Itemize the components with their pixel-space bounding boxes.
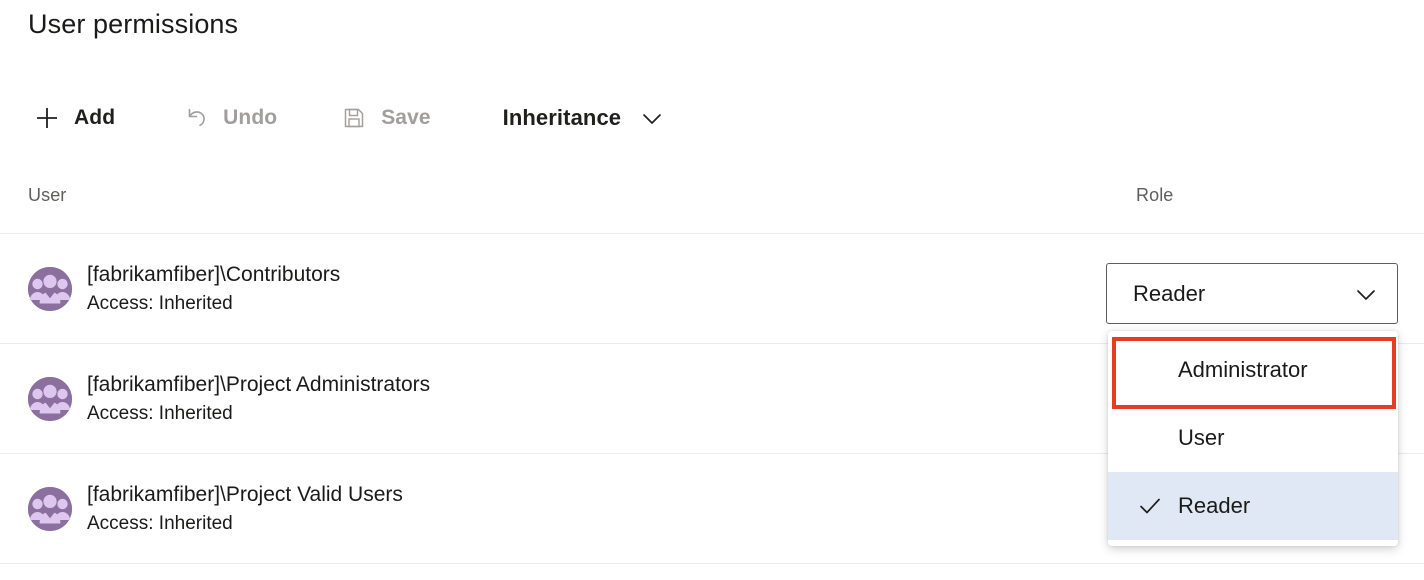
command-bar: Add Undo Save Inheritance bbox=[28, 93, 681, 143]
dropdown-option-label: User bbox=[1178, 425, 1225, 450]
user-cell: [fabrikamfiber]\Project Administrators A… bbox=[28, 370, 1108, 428]
column-header-user-cell: User bbox=[0, 170, 1108, 206]
inheritance-button-label: Inheritance bbox=[502, 105, 622, 130]
dropdown-option-label: Reader bbox=[1178, 493, 1251, 518]
undo-button[interactable]: Undo bbox=[167, 93, 293, 143]
add-button-label: Add bbox=[74, 106, 116, 129]
role-combobox[interactable]: Reader bbox=[1106, 263, 1398, 324]
dropdown-option-label: Administrator bbox=[1178, 357, 1308, 382]
role-combobox-value: Reader bbox=[1133, 280, 1206, 306]
dropdown-option-administrator[interactable]: Administrator bbox=[1108, 336, 1398, 404]
user-access: Access: Inherited bbox=[87, 292, 233, 314]
user-text: [fabrikamfiber]\Contributors Access: Inh… bbox=[87, 260, 340, 318]
save-icon bbox=[341, 105, 367, 131]
user-cell: [fabrikamfiber]\Contributors Access: Inh… bbox=[28, 260, 1108, 318]
plus-icon bbox=[34, 105, 60, 131]
table-cell-user: [fabrikamfiber]\Project Administrators A… bbox=[0, 370, 1108, 428]
column-header-user: User bbox=[28, 185, 67, 205]
column-header-role-cell: Role bbox=[1108, 170, 1424, 206]
undo-icon bbox=[183, 105, 209, 131]
user-permissions-page: User permissions Add Undo Save Inheritan… bbox=[0, 0, 1424, 580]
table-cell-user: [fabrikamfiber]\Contributors Access: Inh… bbox=[0, 260, 1108, 318]
user-access: Access: Inherited bbox=[87, 512, 233, 534]
user-text: [fabrikamfiber]\Project Administrators A… bbox=[87, 370, 430, 428]
user-cell: [fabrikamfiber]\Project Valid Users Acce… bbox=[28, 480, 1108, 538]
undo-button-label: Undo bbox=[223, 106, 278, 129]
user-text: [fabrikamfiber]\Project Valid Users Acce… bbox=[87, 480, 403, 538]
chevron-down-icon bbox=[639, 105, 665, 131]
table-cell-user: [fabrikamfiber]\Project Valid Users Acce… bbox=[0, 480, 1108, 538]
column-header-role: Role bbox=[1136, 185, 1174, 205]
chevron-down-icon bbox=[1353, 281, 1379, 307]
inheritance-button[interactable]: Inheritance bbox=[487, 93, 681, 143]
group-avatar-icon bbox=[28, 376, 72, 421]
add-button[interactable]: Add bbox=[28, 93, 131, 143]
page-title: User permissions bbox=[28, 9, 239, 39]
dropdown-option-user[interactable]: User bbox=[1108, 404, 1398, 472]
role-dropdown-menu: Administrator User Reader bbox=[1108, 331, 1398, 546]
checkmark-icon bbox=[1122, 493, 1178, 519]
user-name: [fabrikamfiber]\Project Administrators bbox=[87, 372, 431, 396]
group-avatar-icon bbox=[28, 486, 72, 531]
table-header-row: User Role bbox=[0, 170, 1424, 234]
user-name: [fabrikamfiber]\Contributors bbox=[87, 262, 341, 286]
dropdown-option-reader[interactable]: Reader bbox=[1108, 472, 1398, 540]
user-access: Access: Inherited bbox=[87, 402, 233, 424]
save-button[interactable]: Save bbox=[325, 93, 446, 143]
group-avatar-icon bbox=[28, 266, 72, 311]
save-button-label: Save bbox=[381, 106, 431, 129]
user-name: [fabrikamfiber]\Project Valid Users bbox=[87, 482, 403, 506]
